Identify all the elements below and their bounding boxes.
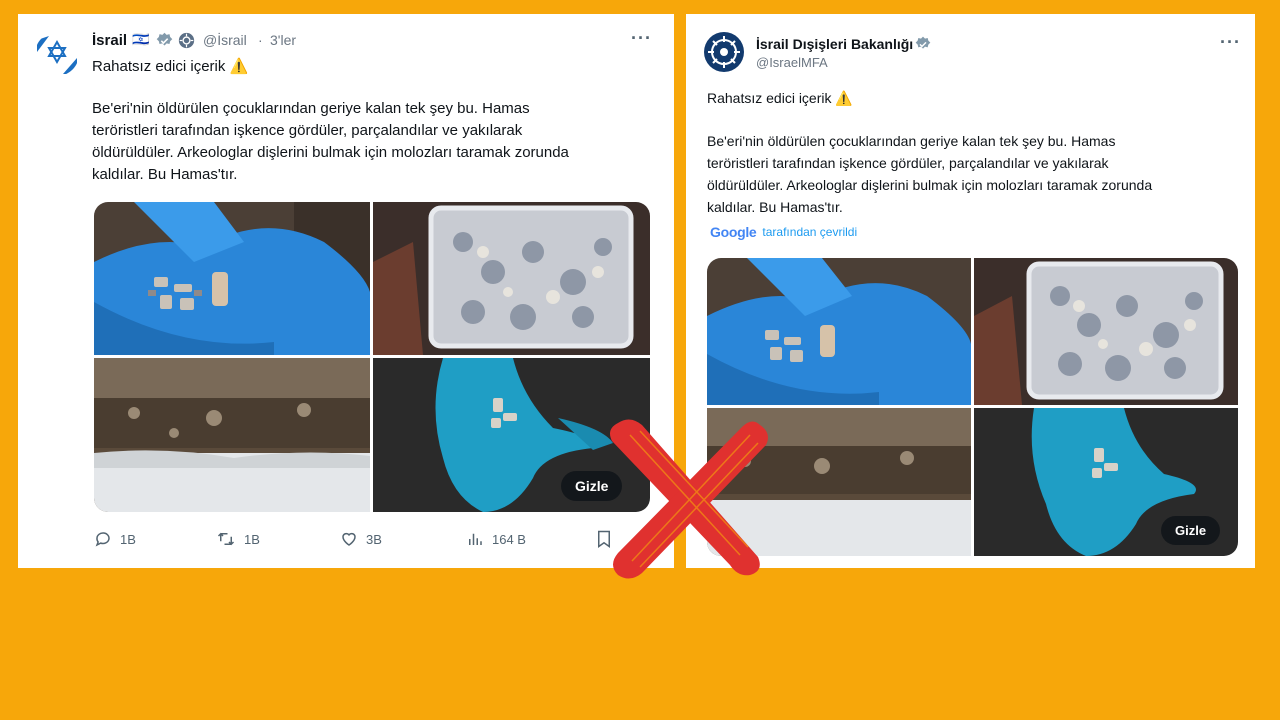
media-photo-glove-teal[interactable]: Gizle: [974, 408, 1238, 556]
left-media-grid: Gizle: [94, 202, 650, 512]
like-count: 3B: [366, 531, 382, 547]
media-photo-box[interactable]: [373, 202, 650, 355]
left-warning: Rahatsız edici içerik ⚠️: [92, 56, 248, 78]
right-display-name[interactable]: İsrail Dışişleri Bakanlığı: [756, 36, 913, 52]
reply-count: 1B: [120, 531, 136, 547]
left-tweet-card: İsrail 🇮🇱 @İsrail · 3'ler ··· Rahatsız e…: [18, 14, 674, 568]
google-logo: Google: [710, 224, 757, 240]
media-photo-glove[interactable]: [707, 258, 971, 405]
more-icon[interactable]: ···: [1220, 32, 1241, 53]
right-warning: Rahatsız edici içerik ⚠️: [707, 87, 853, 109]
media-photo-box[interactable]: [974, 258, 1238, 405]
translation-attribution[interactable]: Google tarafından çevrildi: [710, 224, 857, 240]
warning-icon: ⚠️: [229, 58, 249, 75]
like-action[interactable]: 3B: [340, 530, 466, 548]
right-handle[interactable]: @IsraelMFA: [756, 55, 828, 70]
left-handle[interactable]: @İsrail: [203, 32, 247, 48]
body-line: öldürüldüler. Arkeologlar dişlerini bulm…: [707, 177, 1153, 193]
views-icon: [469, 533, 482, 545]
body-line: kaldılar. Bu Hamas'tır.: [707, 199, 843, 215]
reply-action[interactable]: 1B: [94, 530, 216, 548]
body-line: Be'eri'nin öldürülen çocuklarından geriy…: [707, 133, 1116, 149]
translation-label: tarafından çevrildi: [762, 225, 858, 239]
red-x-icon: [590, 405, 780, 585]
left-action-bar: 1B 1B 3B 164 B: [94, 530, 620, 548]
left-timestamp[interactable]: 3'ler: [270, 32, 296, 48]
left-separator: ·: [258, 32, 263, 48]
right-media-grid: Gizle: [707, 258, 1238, 556]
reply-icon: [95, 532, 110, 547]
left-avatar[interactable]: [35, 32, 79, 76]
media-photo-glove[interactable]: [94, 202, 370, 355]
body-line: kaldılar. Bu Hamas'tır.: [92, 166, 238, 183]
hide-media-button[interactable]: Gizle: [1161, 516, 1221, 545]
verified-badge-icon: [915, 36, 931, 57]
body-line: Be'eri'nin öldürülen çocuklarından geriy…: [92, 100, 530, 117]
org-badge-icon: [178, 32, 195, 54]
media-photo-debris[interactable]: [94, 358, 370, 512]
views-action[interactable]: 164 B: [466, 530, 596, 548]
more-icon[interactable]: ···: [631, 28, 652, 49]
views-count: 164 B: [492, 531, 526, 547]
left-tweet-body: Be'eri'nin öldürülen çocuklarından geriy…: [92, 98, 662, 186]
body-line: teröristleri tarafından işkence gördüler…: [707, 155, 1109, 171]
warning-label: Rahatsız edici içerik: [92, 58, 226, 75]
retweet-action[interactable]: 1B: [216, 530, 340, 548]
right-tweet-body: Be'eri'nin öldürülen çocuklarından geriy…: [707, 130, 1247, 218]
left-display-name[interactable]: İsrail: [92, 32, 127, 49]
body-line: teröristleri tarafından işkence gördüler…: [92, 122, 523, 139]
verified-badge-icon: [156, 32, 173, 54]
retweet-count: 1B: [244, 531, 260, 547]
retweet-icon: [217, 532, 235, 546]
flag-icon: 🇮🇱: [132, 31, 150, 47]
warning-icon: ⚠️: [835, 90, 853, 106]
body-line: öldürüldüler. Arkeologlar dişlerini bulm…: [92, 144, 569, 161]
warning-label: Rahatsız edici içerik: [707, 90, 832, 106]
like-icon: [342, 532, 356, 546]
right-avatar[interactable]: [704, 32, 744, 72]
